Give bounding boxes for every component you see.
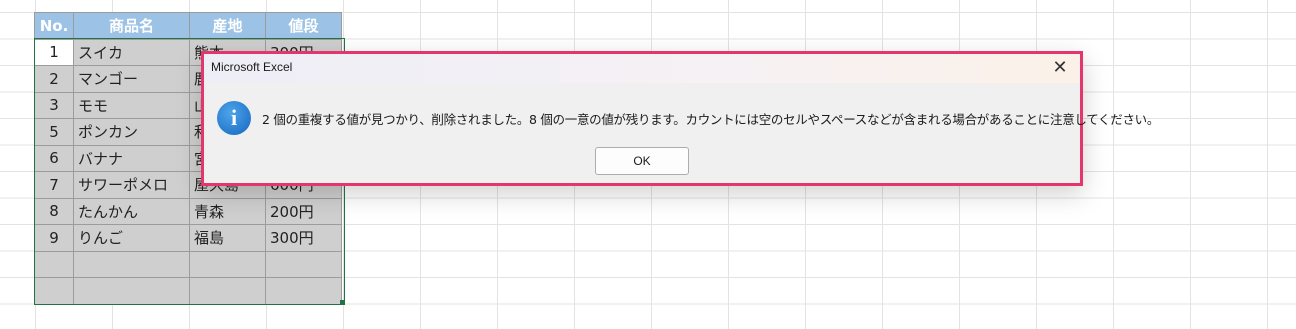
dialog-title: Microsoft Excel — [211, 60, 293, 74]
empty-row — [34, 250, 342, 278]
empty-cell[interactable] — [34, 250, 74, 278]
empty-cell[interactable] — [189, 250, 266, 278]
header-origin[interactable]: 産地 — [189, 12, 266, 40]
header-product[interactable]: 商品名 — [73, 12, 190, 40]
cell-no[interactable]: 5 — [34, 118, 74, 146]
cell-name[interactable]: スイカ — [73, 38, 190, 66]
cell-price[interactable]: 300円 — [265, 224, 342, 252]
cell-origin[interactable]: 福島 — [189, 224, 266, 252]
table-row: 8 たんかん 青森 200円 — [34, 197, 342, 225]
close-icon[interactable]: ✕ — [1046, 55, 1074, 81]
cell-price[interactable]: 200円 — [265, 197, 342, 225]
empty-cell[interactable] — [189, 277, 266, 305]
info-icon: i — [217, 101, 251, 135]
header-price[interactable]: 値段 — [265, 12, 342, 40]
cell-name[interactable]: りんご — [73, 224, 190, 252]
cell-name[interactable]: マンゴー — [73, 65, 190, 93]
cell-no[interactable]: 6 — [34, 144, 74, 172]
empty-row — [34, 277, 342, 305]
cell-no[interactable]: 8 — [34, 197, 74, 225]
cell-name[interactable]: モモ — [73, 91, 190, 119]
cell-origin[interactable]: 青森 — [189, 197, 266, 225]
cell-name[interactable]: バナナ — [73, 144, 190, 172]
cell-no[interactable]: 1 — [34, 38, 74, 66]
empty-cell[interactable] — [73, 250, 190, 278]
cell-no[interactable]: 3 — [34, 91, 74, 119]
dialog-titlebar[interactable]: Microsoft Excel ✕ — [204, 54, 1080, 83]
fill-handle[interactable] — [340, 300, 345, 305]
cell-no[interactable]: 7 — [34, 171, 74, 199]
table-header-row: No. 商品名 産地 値段 — [34, 12, 342, 40]
empty-cell[interactable] — [34, 277, 74, 305]
header-no[interactable]: No. — [34, 12, 74, 40]
excel-message-dialog: Microsoft Excel ✕ i 2 個の重複する値が見つかり、削除されま… — [201, 51, 1159, 186]
cell-no[interactable]: 9 — [34, 224, 74, 252]
ok-button[interactable]: OK — [595, 147, 689, 175]
table-row: 9 りんご 福島 300円 — [34, 224, 342, 252]
cell-no[interactable]: 2 — [34, 65, 74, 93]
empty-cell[interactable] — [265, 277, 342, 305]
empty-cell[interactable] — [73, 277, 190, 305]
cell-name[interactable]: サワーポメロ — [73, 171, 190, 199]
cell-name[interactable]: ポンカン — [73, 118, 190, 146]
dialog-message: 2 個の重複する値が見つかり、削除されました。8 個の一意の値が残ります。カウン… — [262, 112, 1160, 127]
empty-cell[interactable] — [265, 250, 342, 278]
cell-name[interactable]: たんかん — [73, 197, 190, 225]
